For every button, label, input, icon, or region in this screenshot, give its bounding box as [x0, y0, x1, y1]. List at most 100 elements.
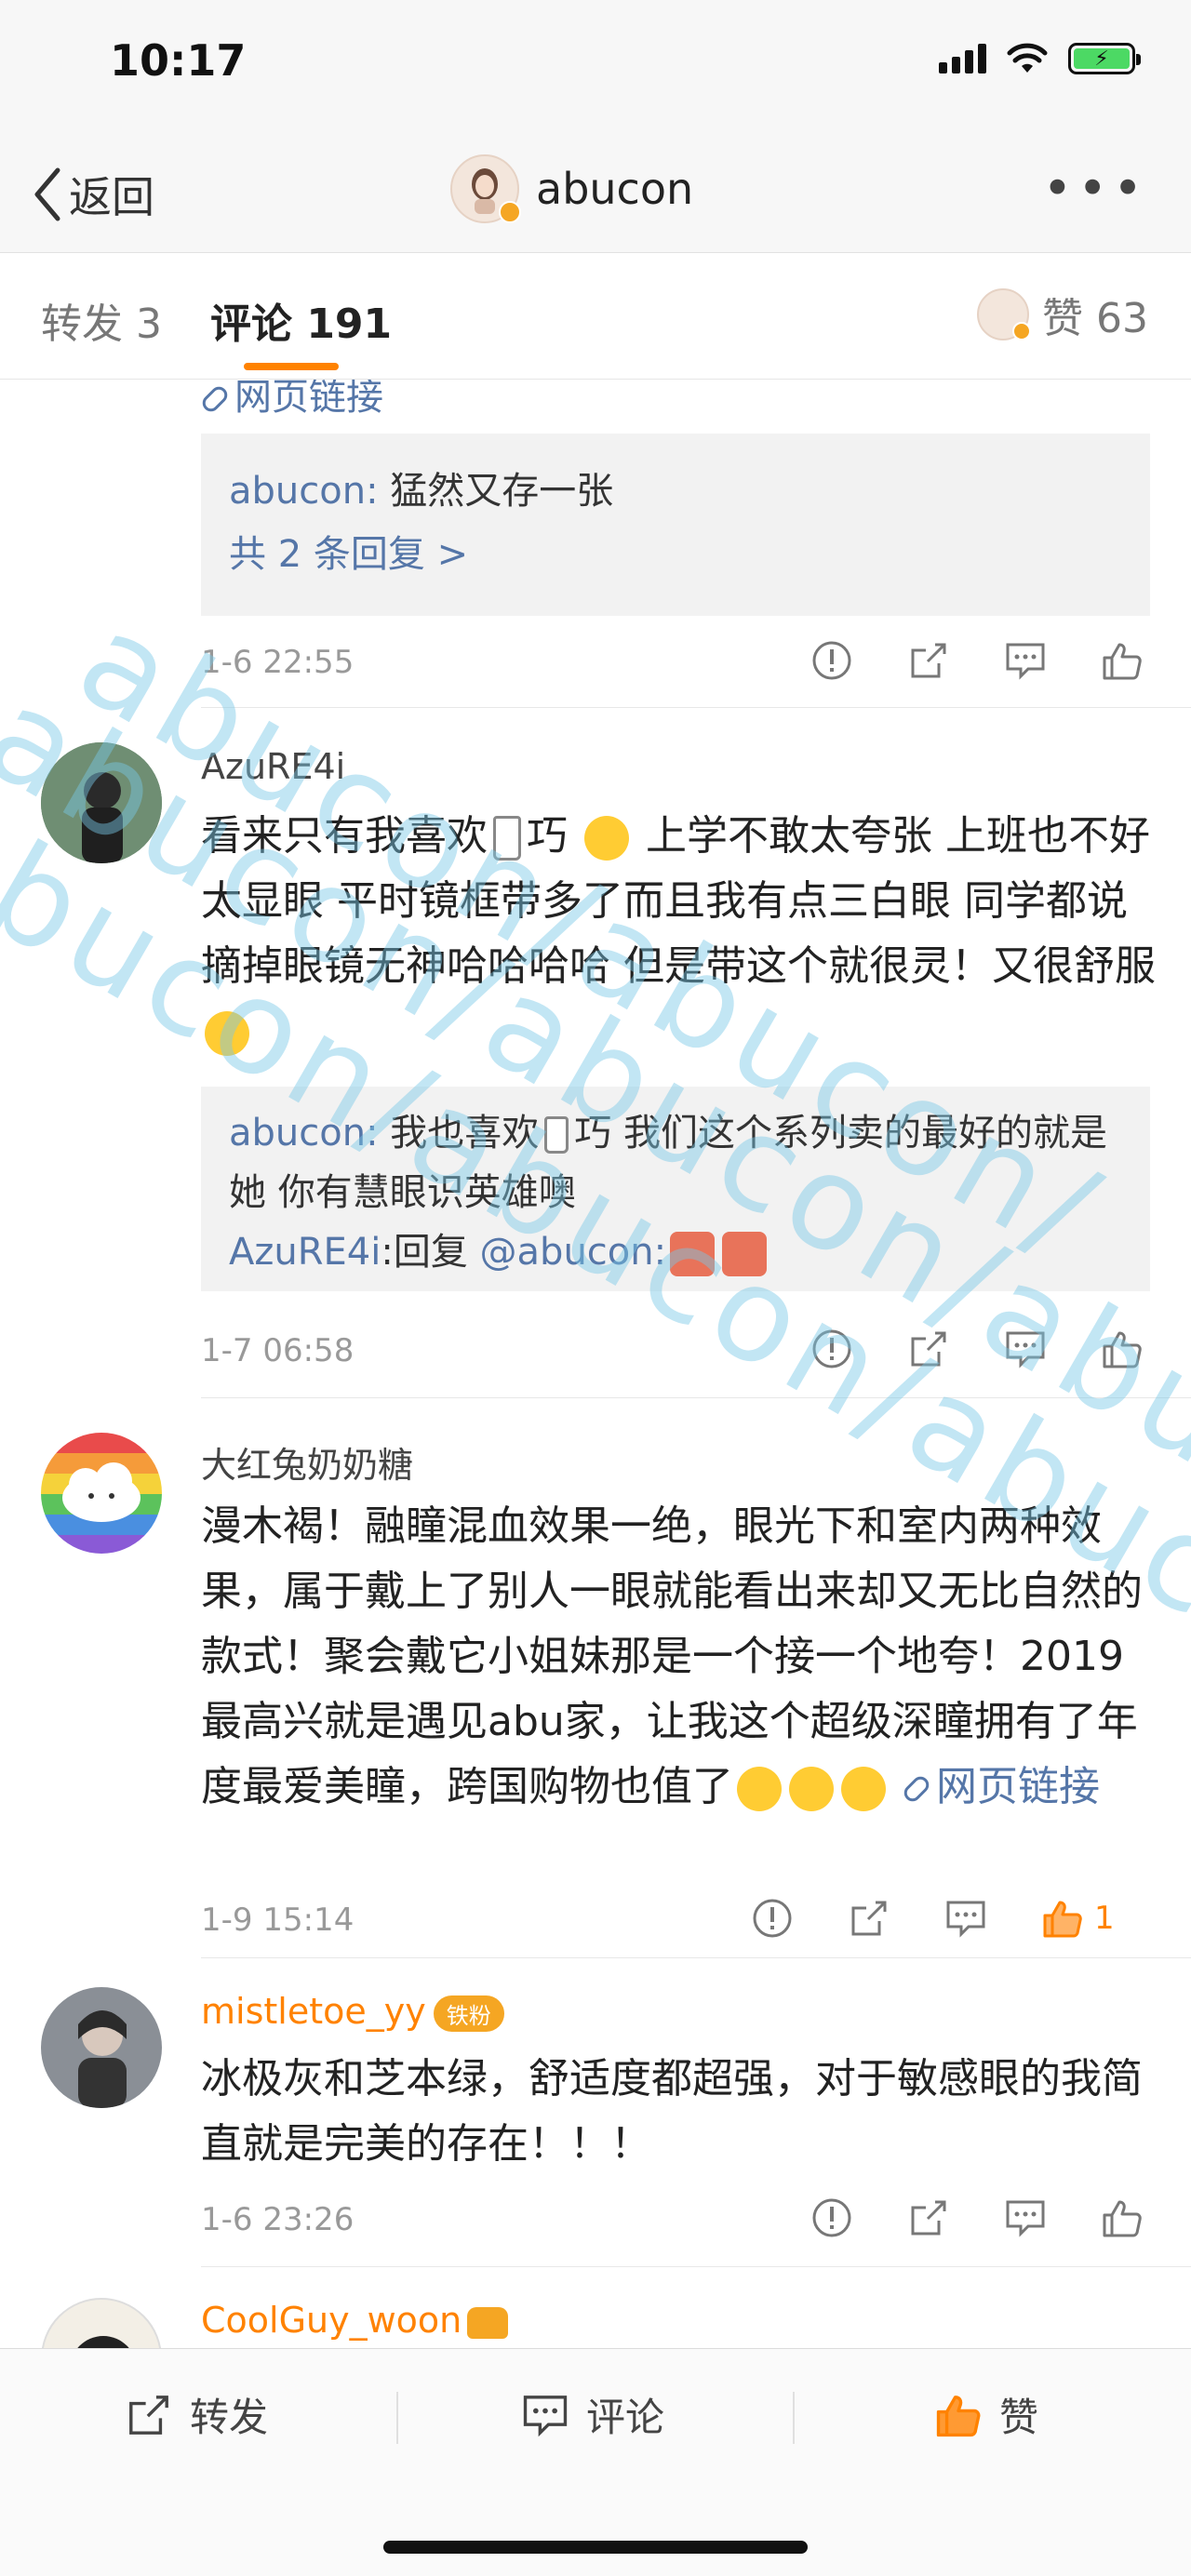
share-button[interactable] — [901, 1321, 957, 1377]
comment-username[interactable]: AzuRE4i — [201, 746, 345, 787]
avatar[interactable] — [41, 1987, 162, 2108]
username-text: CoolGuy_woon — [201, 2300, 462, 2341]
reply-author[interactable]: abucon: — [229, 470, 379, 513]
status-icons: ⚡ — [939, 43, 1141, 74]
comment-meta: 1-9 15:14 1 — [201, 1890, 1150, 1946]
reply-button[interactable] — [997, 2190, 1053, 2246]
comment-icon — [946, 1901, 985, 1938]
comment-meta: 1-6 22:55 — [201, 633, 1150, 688]
comment-text-part: 巧 — [527, 812, 568, 860]
reply-button[interactable] — [997, 1321, 1053, 1377]
bottom-comment-button[interactable]: 评论 — [521, 2386, 664, 2443]
link-label: 网页链接 — [234, 380, 383, 419]
share-button[interactable] — [901, 633, 957, 688]
signal-icon — [939, 44, 986, 73]
sad-emoji-icon — [205, 1011, 249, 1056]
reply-line: abucon: 猛然又存一张 — [229, 460, 1122, 523]
comment-list[interactable]: 网页链接 abucon: 猛然又存一张 共 2 条回复 > 1-6 22:55 … — [0, 380, 1191, 2348]
divider — [201, 1957, 1191, 1958]
crown-badge-icon — [467, 2306, 509, 2339]
report-icon — [753, 1899, 792, 1938]
penguin-avatar-icon — [77, 2336, 129, 2348]
fan-badge: 铁粉 — [433, 1995, 504, 2032]
comment-username[interactable]: 大红兔奶奶糖 — [201, 1436, 413, 1488]
reply-box[interactable]: abucon: 猛然又存一张 共 2 条回复 > — [201, 434, 1150, 616]
share-icon — [911, 2200, 946, 2236]
comment-actions: 1 — [744, 1890, 1115, 1946]
username-text: mistletoe_yy — [201, 1991, 426, 2032]
report-button[interactable] — [744, 1890, 800, 1946]
like-count: 1 — [1094, 1900, 1115, 1937]
report-icon — [812, 641, 851, 680]
reply-text: :回复 — [381, 1231, 480, 1274]
reply-author[interactable]: AzuRE4i — [229, 1231, 381, 1274]
avatar[interactable] — [450, 154, 521, 223]
like-button[interactable] — [1094, 633, 1150, 688]
report-icon — [812, 2198, 851, 2237]
reply-box[interactable]: abucon: 我也喜欢巧 我们这个系列卖的最好的就是她 你有慧眼识英雄噢 Az… — [201, 1087, 1150, 1291]
thumbs-up-icon — [1103, 1331, 1142, 1368]
comment-icon — [523, 2395, 568, 2436]
tab-comments[interactable]: 评论 191 — [210, 290, 392, 350]
comment-text: 漫木褐！融瞳混血效果一绝，眼光下和室内两种效果，属于戴上了别人一眼就能看出来却又… — [201, 1494, 1159, 1820]
divider — [201, 1397, 1191, 1398]
comment-icon — [1006, 643, 1045, 680]
verified-badge-icon — [499, 201, 521, 223]
bottom-repost-button[interactable]: 转发 — [125, 2386, 268, 2443]
back-button[interactable]: 返回 — [32, 164, 154, 225]
like-button[interactable] — [1094, 2190, 1150, 2246]
timestamp: 1-6 22:55 — [201, 644, 355, 681]
bottom-repost-label: 转发 — [190, 2395, 269, 2440]
report-button[interactable] — [804, 633, 860, 688]
mention-link[interactable]: @abucon: — [480, 1231, 667, 1274]
avatar[interactable] — [41, 2298, 162, 2348]
share-button[interactable] — [901, 2190, 957, 2246]
nav-center[interactable]: abucon — [450, 154, 693, 223]
thumbs-up-icon — [1103, 2200, 1142, 2237]
comment-text: 看来只有我喜欢巧 上学不敢太夸张 上班也不好太显眼 平时镜框带多了而且我有点三白… — [201, 804, 1159, 1064]
timestamp: 1-7 06:58 — [201, 1332, 355, 1369]
more-button[interactable]: ••• — [1042, 164, 1148, 214]
bottom-like-button[interactable]: 赞 — [934, 2386, 1038, 2443]
home-indicator — [383, 2541, 808, 2554]
thumbs-up-icon — [1043, 1901, 1082, 1938]
comment-actions — [804, 633, 1150, 688]
tab-repost[interactable]: 转发 3 — [41, 290, 162, 350]
share-button[interactable] — [841, 1890, 897, 1946]
separator — [793, 2392, 795, 2444]
comment-icon — [1006, 1331, 1045, 1368]
divider — [201, 2266, 1191, 2267]
report-button[interactable] — [804, 1321, 860, 1377]
status-time: 10:17 — [110, 35, 247, 86]
link-icon — [901, 1773, 932, 1805]
battery-icon: ⚡ — [1068, 43, 1141, 74]
comment-icon — [1006, 2200, 1045, 2237]
tab-underline — [244, 363, 339, 370]
avatar[interactable] — [41, 742, 162, 863]
web-link[interactable]: 网页链接 — [901, 1763, 1100, 1810]
status-bar: 10:17 ⚡ — [0, 0, 1191, 130]
liker-avatar — [977, 288, 1032, 340]
verified-badge-icon — [1012, 322, 1032, 340]
reply-line: AzuRE4i:回复 @abucon: — [229, 1222, 1122, 1282]
report-button[interactable] — [804, 2190, 860, 2246]
link-icon — [199, 383, 231, 415]
avatar-photo-icon — [41, 1987, 162, 2108]
thumbs-up-icon — [1103, 643, 1142, 680]
more-replies-link[interactable]: 共 2 条回复 > — [229, 523, 1122, 586]
comment-username[interactable]: mistletoe_yy 铁粉 — [201, 1991, 504, 2032]
timestamp: 1-9 15:14 — [201, 1902, 355, 1939]
like-button[interactable] — [1094, 1321, 1150, 1377]
reply-author[interactable]: abucon: — [229, 1112, 379, 1155]
comment-actions — [804, 2190, 1150, 2246]
tab-likes[interactable]: 赞 63 — [977, 285, 1148, 344]
reply-button[interactable] — [997, 633, 1053, 688]
avatar[interactable] — [41, 1433, 162, 1554]
chevron-left-icon — [34, 167, 60, 221]
comment-username[interactable]: CoolGuy_woon — [201, 2300, 509, 2341]
share-icon — [851, 1901, 887, 1936]
reply-button[interactable] — [938, 1890, 994, 1946]
partial-link[interactable]: 网页链接 — [199, 380, 383, 420]
like-button[interactable]: 1 — [1035, 1890, 1115, 1946]
tab-bar: 转发 3 评论 191 赞 63 — [0, 253, 1191, 380]
